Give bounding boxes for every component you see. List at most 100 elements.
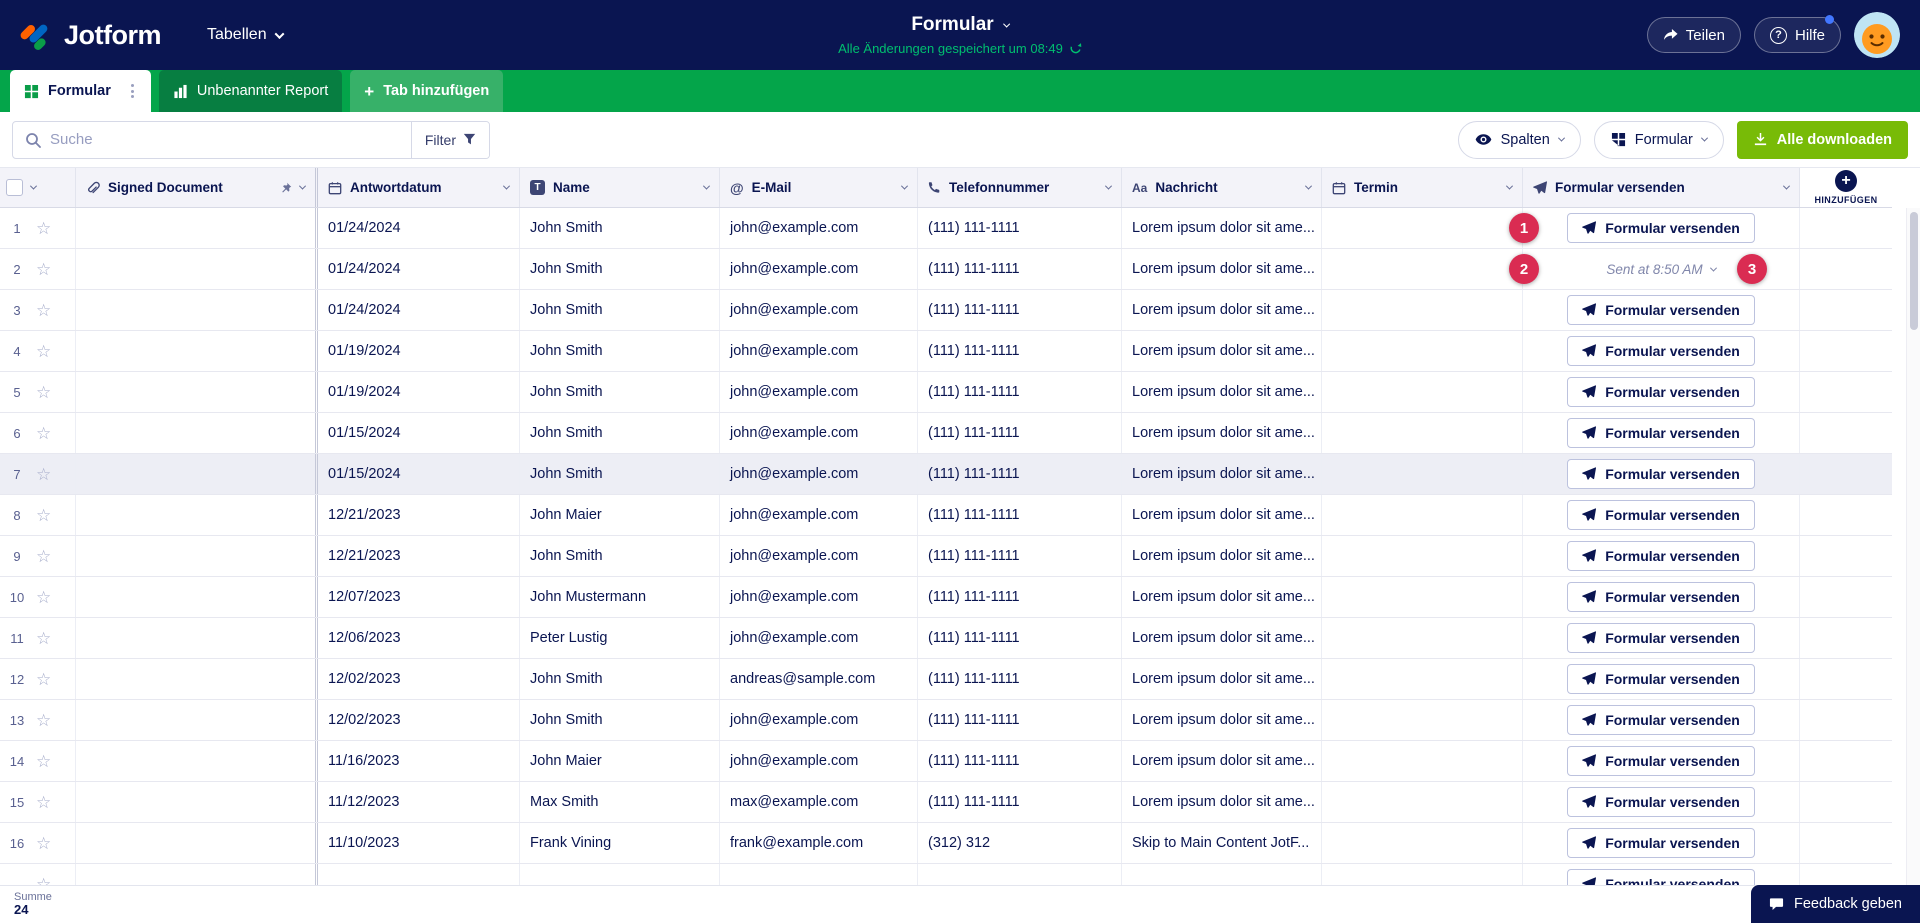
sent-status-text[interactable]: Sent at 8:50 AM [1606,262,1702,277]
name-cell[interactable]: John Smith [520,700,720,740]
termin-cell[interactable] [1322,700,1523,740]
signed-document-cell[interactable] [76,659,318,699]
column-header-formular-versenden[interactable]: Formular versenden [1523,168,1800,207]
email-cell[interactable]: john@example.com [720,331,918,371]
formular-versenden-button[interactable]: Formular versenden [1567,295,1755,325]
nachricht-cell[interactable]: Lorem ipsum dolor sit ame... [1122,741,1322,781]
email-cell[interactable]: john@example.com [720,290,918,330]
telefonnummer-cell[interactable]: (111) 111-1111 [918,372,1122,412]
jotform-logo[interactable]: Jotform [20,18,162,52]
filter-button[interactable]: Filter [410,121,489,158]
formular-versenden-button[interactable]: Formular versenden [1567,787,1755,817]
formular-versenden-button[interactable]: Formular versenden [1567,541,1755,571]
download-all-button[interactable]: Alle downloaden [1736,120,1908,159]
chevron-down-icon[interactable] [1782,182,1791,190]
termin-cell[interactable] [1322,536,1523,576]
antwortdatum-cell[interactable]: 12/21/2023 [318,536,520,576]
name-cell[interactable]: John Smith [520,536,720,576]
telefonnummer-cell[interactable]: (111) 111-1111 [918,331,1122,371]
signed-document-cell[interactable] [76,372,318,412]
nachricht-cell[interactable]: Skip to Main Content JotF... [1122,823,1322,863]
nachricht-cell[interactable]: Lorem ipsum dolor sit ame... [1122,249,1322,289]
name-cell[interactable]: John Smith [520,454,720,494]
star-icon[interactable]: ☆ [36,507,51,524]
antwortdatum-cell[interactable]: 11/12/2023 [318,782,520,822]
termin-cell[interactable] [1322,249,1523,289]
signed-document-cell[interactable] [76,741,318,781]
nachricht-cell[interactable]: Lorem ipsum dolor sit ame... [1122,700,1322,740]
column-header-signed-document[interactable]: Signed Document [76,168,318,207]
name-cell[interactable]: John Smith [520,413,720,453]
signed-document-cell[interactable] [76,290,318,330]
formular-versenden-button[interactable]: Formular versenden [1567,377,1755,407]
chevron-down-icon[interactable] [502,182,511,190]
tab-formular[interactable]: Formular [10,70,151,112]
signed-document-cell[interactable] [76,454,318,494]
star-icon[interactable]: ☆ [36,548,51,565]
formular-versenden-button[interactable]: Formular versenden [1567,336,1755,366]
star-icon[interactable]: ☆ [36,425,51,442]
signed-document-cell[interactable] [76,495,318,535]
select-all-header[interactable] [0,168,76,207]
telefonnummer-cell[interactable]: (111) 111-1111 [918,741,1122,781]
chevron-down-icon[interactable] [1505,182,1514,190]
antwortdatum-cell[interactable]: 12/02/2023 [318,700,520,740]
nachricht-cell[interactable]: Lorem ipsum dolor sit ame... [1122,454,1322,494]
telefonnummer-cell[interactable]: (111) 111-1111 [918,249,1122,289]
feedback-button[interactable]: Feedback geben [1750,885,1920,923]
star-icon[interactable]: ☆ [36,384,51,401]
antwortdatum-cell[interactable]: 12/21/2023 [318,495,520,535]
termin-cell[interactable] [1322,659,1523,699]
nachricht-cell[interactable]: Lorem ipsum dolor sit ame... [1122,577,1322,617]
nachricht-cell[interactable]: Lorem ipsum dolor sit ame... [1122,208,1322,248]
star-icon[interactable]: ☆ [36,302,51,319]
antwortdatum-cell[interactable]: 01/15/2024 [318,413,520,453]
antwortdatum-cell[interactable]: 01/19/2024 [318,372,520,412]
chevron-down-icon[interactable] [702,182,711,190]
termin-cell[interactable] [1322,290,1523,330]
name-cell[interactable]: John Mustermann [520,577,720,617]
termin-cell[interactable] [1322,782,1523,822]
nachricht-cell[interactable]: Lorem ipsum dolor sit ame... [1122,290,1322,330]
formular-versenden-button[interactable]: Formular versenden [1567,459,1755,489]
telefonnummer-cell[interactable]: (111) 111-1111 [918,536,1122,576]
star-icon[interactable]: ☆ [36,835,51,852]
formular-versenden-button[interactable]: Formular versenden [1567,418,1755,448]
help-button[interactable]: ? Hilfe [1753,15,1841,53]
column-header-email[interactable]: @ E-Mail [720,168,918,207]
star-icon[interactable]: ☆ [36,794,51,811]
email-cell[interactable]: john@example.com [720,413,918,453]
termin-cell[interactable] [1322,372,1523,412]
add-column-button[interactable]: + HINZUFÜGEN [1800,168,1892,207]
star-icon[interactable]: ☆ [36,630,51,647]
signed-document-cell[interactable] [76,782,318,822]
formular-versenden-button[interactable]: Formular versenden [1567,582,1755,612]
nachricht-cell[interactable]: Lorem ipsum dolor sit ame... [1122,331,1322,371]
name-cell[interactable]: John Maier [520,741,720,781]
name-cell[interactable]: Max Smith [520,782,720,822]
termin-cell[interactable] [1322,577,1523,617]
email-cell[interactable]: john@example.com [720,577,918,617]
select-all-checkbox[interactable] [6,179,23,196]
name-cell[interactable]: John Smith [520,659,720,699]
nachricht-cell[interactable]: Lorem ipsum dolor sit ame... [1122,413,1322,453]
email-cell[interactable]: john@example.com [720,536,918,576]
tab-menu-icon[interactable] [128,81,137,101]
formular-versenden-button[interactable]: Formular versenden [1567,828,1755,858]
antwortdatum-cell[interactable]: 12/06/2023 [318,618,520,658]
telefonnummer-cell[interactable]: (111) 111-1111 [918,290,1122,330]
email-cell[interactable]: john@example.com [720,454,918,494]
nachricht-cell[interactable]: Lorem ipsum dolor sit ame... [1122,372,1322,412]
form-title-dropdown[interactable]: Formular [838,14,1082,36]
column-header-telefonnummer[interactable]: Telefonnummer [918,168,1122,207]
avatar[interactable] [1854,12,1900,58]
formular-versenden-button[interactable]: Formular versenden [1567,623,1755,653]
antwortdatum-cell[interactable]: 01/24/2024 [318,249,520,289]
telefonnummer-cell[interactable]: (312) 312 [918,823,1122,863]
signed-document-cell[interactable] [76,618,318,658]
vertical-scrollbar[interactable] [1906,208,1920,885]
column-header-name[interactable]: T Name [520,168,720,207]
antwortdatum-cell[interactable]: 11/16/2023 [318,741,520,781]
star-icon[interactable]: ☆ [36,466,51,483]
signed-document-cell[interactable] [76,331,318,371]
